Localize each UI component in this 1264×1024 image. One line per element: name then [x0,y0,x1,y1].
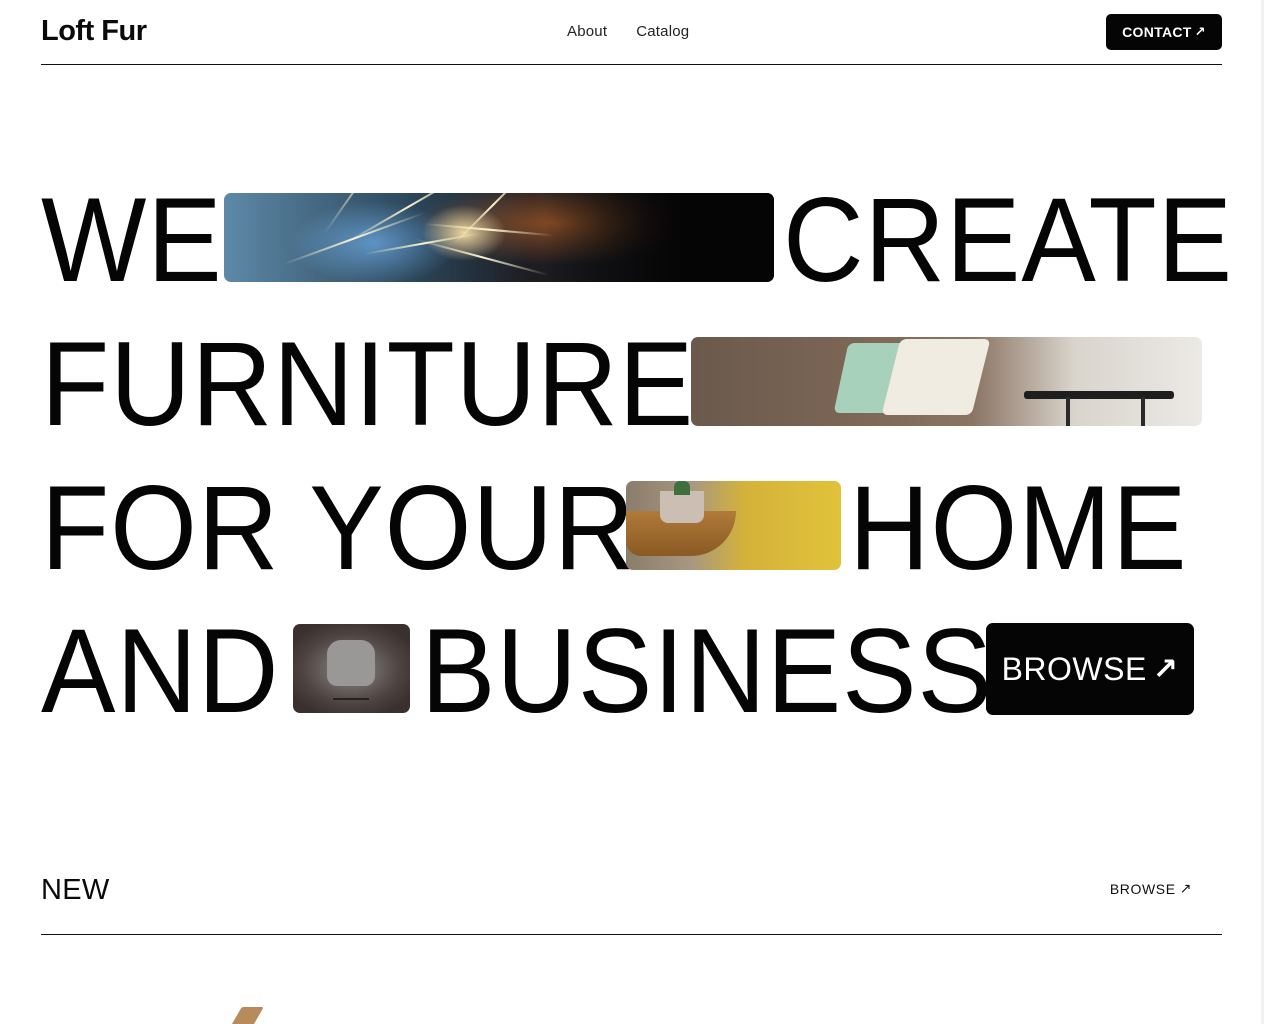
hero-browse-button[interactable]: BROWSE ↗ [986,623,1194,715]
cactus-chair-image [626,481,841,570]
new-products-header: NEW BROWSE ↗ [41,860,1222,935]
contact-button-label: CONTACT [1122,24,1192,40]
site-logo[interactable]: Loft Fur [41,14,147,48]
arrow-up-right-icon: ↗ [1152,652,1179,686]
hero-word: AND [41,604,280,738]
welding-sparks-image [224,193,774,282]
new-browse-label: BROWSE [1109,880,1176,897]
hero-line-4: AND BUSINESS BROWSE ↗ [41,611,1231,731]
hero-word: HOME [849,461,1188,595]
hero-line-3: FOR YOUR HOME [41,468,1231,588]
hero-word: FOR YOUR [41,461,636,595]
section-title: NEW [41,874,110,906]
hero-word: BUSINESS [421,604,993,738]
armchair-image [293,624,410,713]
hero-line-2: FURNITURE [41,324,1231,444]
main-nav: About Catalog [567,23,689,41]
hero-line-1: WE CREATE [41,173,1233,307]
sofa-image [691,337,1202,426]
hero-word: CREATE [783,173,1233,307]
nav-about-link[interactable]: About [567,23,607,41]
hero-word: WE [41,173,223,307]
hero-browse-label: BROWSE [1001,650,1147,687]
contact-button[interactable]: CONTACT ↗ [1106,14,1222,50]
product-image-peek [230,1005,264,1024]
hero-word: FURNITURE [41,317,695,451]
arrow-up-right-icon: ↗ [1194,24,1206,39]
new-browse-link[interactable]: BROWSE ↗ [1110,880,1192,897]
site-header: Loft Fur About Catalog CONTACT ↗ [41,0,1222,65]
arrow-up-right-icon: ↗ [1179,880,1192,896]
nav-catalog-link[interactable]: Catalog [636,23,689,41]
